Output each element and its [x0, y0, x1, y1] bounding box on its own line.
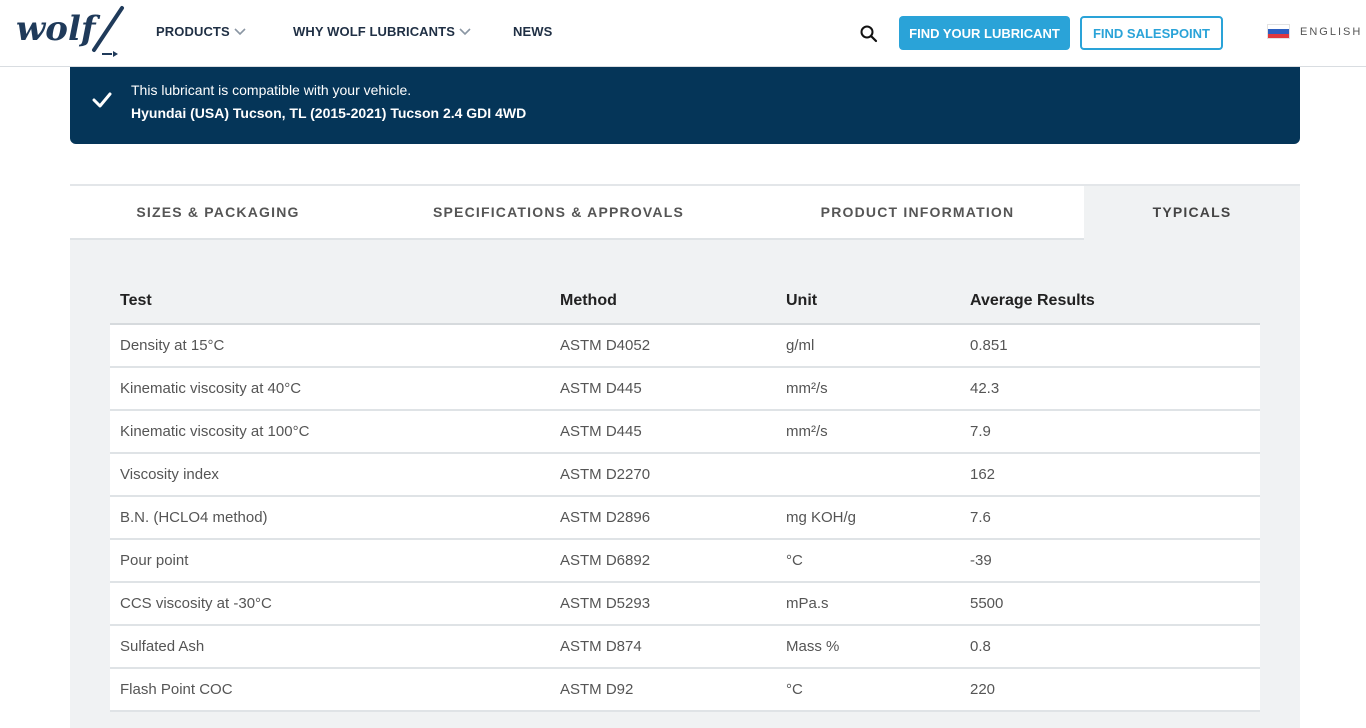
table-row: Kinematic viscosity at 100°C ASTM D445 mm²…: [110, 411, 1260, 454]
cell-test: Density at 15°C: [120, 337, 225, 354]
cell-method: ASTM D445: [560, 423, 642, 440]
table-row: Density at 15°C ASTM D4052 g/ml 0.851: [110, 325, 1260, 368]
nav-products-label: PRODUCTS: [156, 24, 230, 39]
product-tabs: SIZES & PACKAGING SPECIFICATIONS & APPRO…: [70, 184, 1300, 240]
header-unit: Unit: [786, 292, 818, 309]
tab-product-information[interactable]: PRODUCT INFORMATION: [751, 186, 1084, 240]
chevron-down-icon: [234, 27, 246, 35]
cell-result: 5500: [970, 595, 1004, 612]
compatibility-banner: This lubricant is compatible with your v…: [70, 67, 1300, 144]
vehicle-name: Hyundai (USA) Tucson, TL (2015-2021) Tuc…: [131, 105, 527, 121]
tab-sizes-packaging[interactable]: SIZES & PACKAGING: [70, 186, 366, 240]
header-test: Test: [120, 292, 152, 309]
cell-result: 162: [970, 466, 996, 483]
cell-unit: mm²/s: [786, 423, 828, 440]
nav-news-label: NEWS: [513, 24, 553, 39]
table-header: Test Method Unit Average Results: [110, 280, 1260, 325]
nav-products[interactable]: PRODUCTS: [156, 24, 246, 39]
cell-unit: mPa.s: [786, 595, 829, 612]
cell-result: 42.3: [970, 380, 1000, 397]
find-salespoint-button[interactable]: FIND SALESPOINT: [1080, 16, 1223, 50]
cell-unit: °C: [786, 552, 803, 569]
compatibility-message: This lubricant is compatible with your v…: [131, 82, 412, 98]
cell-method: ASTM D2896: [560, 509, 651, 526]
cell-test: Pour point: [120, 552, 189, 569]
nav-news[interactable]: NEWS: [513, 24, 552, 39]
search-icon[interactable]: [859, 24, 879, 44]
table-row: CCS viscosity at -30°C ASTM D5293 mPa.s 550…: [110, 583, 1260, 626]
cell-unit: °C: [786, 681, 803, 698]
table-row: Viscosity index ASTM D2270 162: [110, 454, 1260, 497]
cell-test: CCS viscosity at -30°C: [120, 595, 272, 612]
checkmark-icon: [92, 92, 112, 108]
language-selector[interactable]: ENGLISH: [1267, 24, 1362, 39]
cell-result: 0.851: [970, 337, 1008, 354]
tab-specifications-approvals[interactable]: SPECIFICATIONS & APPROVALS: [366, 186, 751, 240]
nav-why-wolf[interactable]: WHY WOLF LUBRICANTS: [293, 24, 471, 39]
cell-test: Sulfated Ash: [120, 638, 205, 655]
cell-result: 7.6: [970, 509, 991, 526]
russia-flag-icon: [1267, 24, 1290, 39]
typicals-panel: Test Method Unit Average Results Density…: [70, 240, 1300, 728]
header-method: Method: [560, 292, 617, 309]
tab-typicals[interactable]: TYPICALS: [1084, 186, 1300, 240]
svg-text:wolf: wolf: [16, 9, 101, 49]
nav-why-wolf-label: WHY WOLF LUBRICANTS: [293, 24, 455, 39]
cell-test: Kinematic viscosity at 40°C: [120, 380, 302, 397]
table-row: Kinematic viscosity at 40°C ASTM D445 mm²/…: [110, 368, 1260, 411]
site-header: wolf PRODUCTS WHY WOLF LUBRICANTS NEWS F…: [0, 0, 1366, 67]
cell-method: ASTM D6892: [560, 552, 651, 569]
cell-method: ASTM D445: [560, 380, 642, 397]
table-row: B.N. (HCLO4 method) ASTM D2896 mg KOH/g 7.6: [110, 497, 1260, 540]
cell-method: ASTM D4052: [560, 337, 651, 354]
cell-unit: Mass %: [786, 638, 840, 655]
cell-test: Flash Point COC: [120, 681, 233, 698]
table-row: Pour point ASTM D6892 °C -39: [110, 540, 1260, 583]
cell-result: -39: [970, 552, 992, 569]
cell-test: Kinematic viscosity at 100°C: [120, 423, 310, 440]
table-row: Sulfated Ash ASTM D874 Mass % 0.8: [110, 626, 1260, 669]
cell-unit: mg KOH/g: [786, 509, 857, 526]
find-lubricant-button[interactable]: FIND YOUR LUBRICANT: [899, 16, 1070, 50]
cell-unit: mm²/s: [786, 380, 828, 397]
typicals-table: Test Method Unit Average Results Density…: [110, 280, 1260, 712]
cell-result: 220: [970, 681, 996, 698]
wolf-logo[interactable]: wolf: [14, 4, 126, 58]
cell-method: ASTM D874: [560, 638, 642, 655]
cell-result: 0.8: [970, 638, 991, 655]
table-row: Flash Point COC ASTM D92 °C 220: [110, 669, 1260, 712]
cell-test: B.N. (HCLO4 method): [120, 509, 268, 526]
header-average-results: Average Results: [970, 292, 1095, 309]
chevron-down-icon: [459, 27, 471, 35]
cell-method: ASTM D92: [560, 681, 634, 698]
cell-result: 7.9: [970, 423, 991, 440]
language-label: ENGLISH: [1300, 25, 1363, 38]
cell-unit: g/ml: [786, 337, 815, 354]
cell-test: Viscosity index: [120, 466, 219, 483]
cell-method: ASTM D2270: [560, 466, 651, 483]
cell-method: ASTM D5293: [560, 595, 651, 612]
